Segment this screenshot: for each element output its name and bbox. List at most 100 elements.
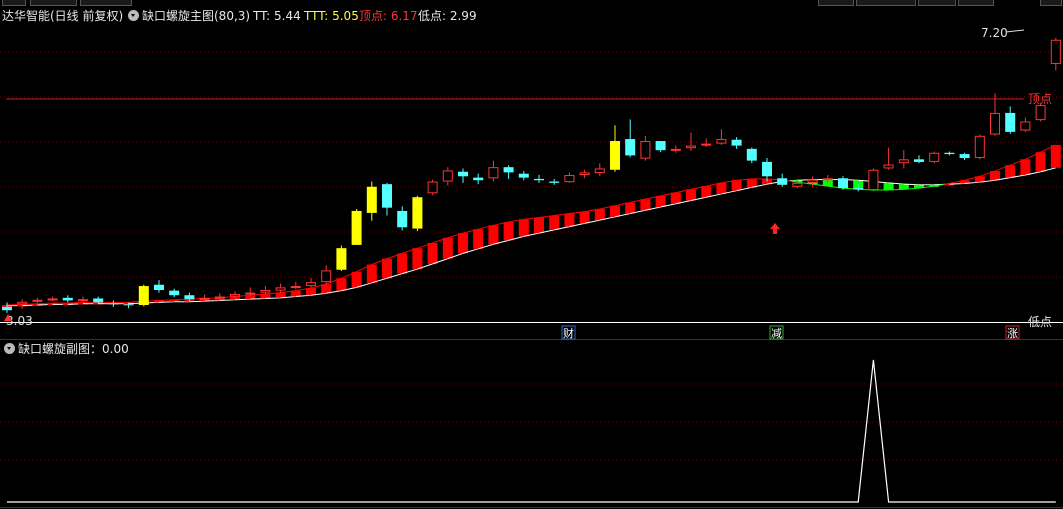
candle-body <box>321 270 332 283</box>
band-bar <box>534 217 544 234</box>
candle-body <box>442 170 453 182</box>
band-bar <box>594 208 605 221</box>
candle-body <box>169 290 180 296</box>
max-price-arrow <box>1005 29 1025 33</box>
sub-chart <box>7 359 1056 503</box>
candle-body <box>351 210 362 245</box>
candle-body <box>32 299 43 302</box>
band-bar <box>731 180 742 191</box>
candle-body <box>366 186 377 213</box>
band-bar <box>625 202 636 214</box>
candle-body <box>883 164 894 169</box>
candle-body <box>2 306 12 311</box>
candle-body <box>731 139 742 146</box>
band-bar <box>458 233 468 254</box>
candle-body <box>93 298 104 303</box>
band-bar <box>1050 144 1061 168</box>
grid-lines <box>0 51 1063 508</box>
band-bar <box>549 215 560 230</box>
band-line <box>204 299 220 302</box>
candle-body <box>199 297 210 300</box>
candle-body <box>716 139 727 144</box>
candle-body <box>777 178 788 185</box>
candle-body <box>1035 105 1046 121</box>
candle-body <box>382 184 392 208</box>
candle-body <box>534 178 544 181</box>
candle-body <box>47 298 58 301</box>
candle-body <box>78 299 88 302</box>
candle-body <box>336 248 347 270</box>
band-bar <box>990 171 1000 181</box>
band-line <box>234 298 251 301</box>
candle-body <box>458 171 468 177</box>
band-line <box>265 297 281 299</box>
candle-body <box>290 286 301 289</box>
candle-body <box>214 296 225 299</box>
band-bar <box>397 253 408 274</box>
candle-body <box>594 168 605 174</box>
band-line <box>219 299 236 301</box>
band-bar <box>686 189 696 201</box>
band-bar <box>655 195 666 208</box>
candle-body <box>62 297 73 301</box>
candle-body <box>17 301 28 305</box>
band-bar <box>1035 152 1046 172</box>
band-bar <box>1020 159 1031 175</box>
band-bar <box>306 288 316 296</box>
band-bar <box>442 237 453 259</box>
candle-body <box>123 304 134 306</box>
band-bar <box>503 222 514 241</box>
candle-body <box>1050 39 1061 64</box>
candle-body <box>108 303 119 305</box>
candle-body <box>853 188 864 190</box>
candle-body <box>746 148 757 161</box>
band-line <box>250 297 266 300</box>
band-bar <box>640 199 651 211</box>
candle-body <box>974 135 985 159</box>
band-bar <box>473 229 484 249</box>
candle-body <box>549 181 560 183</box>
candle-body <box>230 293 240 297</box>
candle-body <box>427 181 438 194</box>
candle-body <box>625 139 636 156</box>
band-bar <box>427 242 438 264</box>
candle-body <box>473 177 484 181</box>
band-bar <box>670 192 681 204</box>
band-bar <box>610 205 620 217</box>
candle-body <box>412 197 423 229</box>
candle-body <box>184 295 195 300</box>
band-bar <box>366 264 377 283</box>
band-bar <box>701 186 712 198</box>
candle-body <box>640 141 651 159</box>
buy-arrow-icon <box>770 223 780 234</box>
candle-body <box>944 152 955 155</box>
marker-label: 财 <box>563 326 574 340</box>
candle-body <box>686 145 696 149</box>
candle-body <box>822 178 833 181</box>
candle-body <box>807 179 818 183</box>
candle-body <box>518 173 529 178</box>
band-bar <box>260 293 271 299</box>
band-bar <box>321 284 332 294</box>
candle-body <box>397 210 408 228</box>
candle-body <box>838 178 848 189</box>
band-line <box>949 182 965 185</box>
band-bar <box>564 213 575 227</box>
band-line <box>888 188 904 191</box>
candle-body <box>655 141 666 151</box>
candle-body <box>670 148 681 151</box>
candle-body <box>990 112 1000 135</box>
sub-line <box>7 359 1056 503</box>
spiral-band <box>2 144 1061 308</box>
candle-body <box>503 167 514 173</box>
top-line-label: 顶点 <box>1028 92 1052 106</box>
candle-body <box>154 284 164 290</box>
band-bar <box>336 278 347 291</box>
candle-body <box>868 169 879 191</box>
band-line <box>189 300 205 303</box>
band-line <box>158 301 175 303</box>
band-bar <box>579 211 590 224</box>
candle-body <box>792 182 803 187</box>
band-bar <box>351 271 362 288</box>
chart-area[interactable]: 7.203.03顶点低点财减涨 <box>0 0 1063 509</box>
